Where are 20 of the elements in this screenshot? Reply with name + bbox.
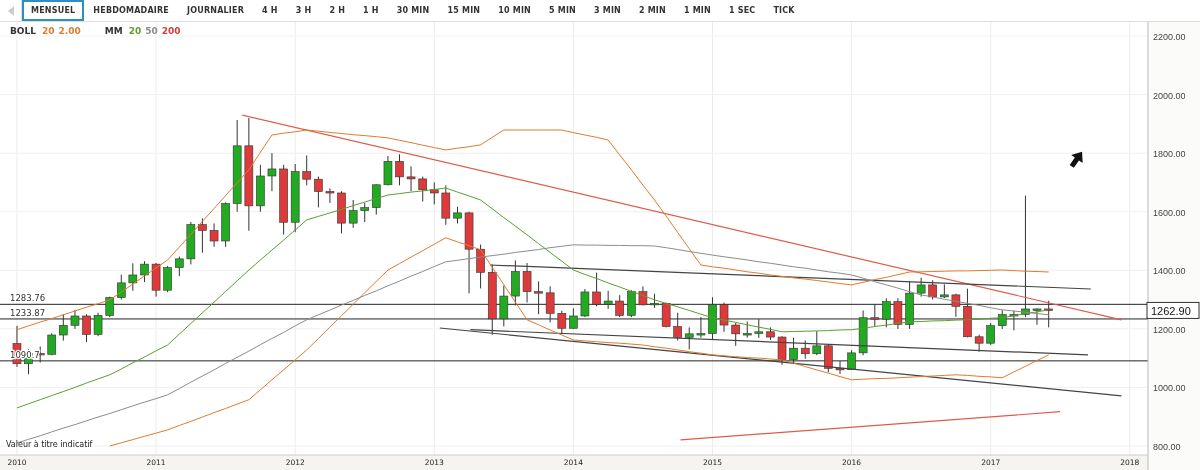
indicator-parameter: 200 <box>161 26 181 36</box>
indicator-parameter: 50 <box>145 26 158 36</box>
indicator-name: MM <box>104 26 123 36</box>
indicator-name: BOLL <box>10 26 36 36</box>
y-axis-label: 1400.00 <box>1153 266 1186 277</box>
indicator-parameter: 2.00 <box>58 26 81 36</box>
level-label: 1233.87 <box>10 307 46 318</box>
y-axis-label: 1600.00 <box>1153 207 1186 218</box>
indicator-parameter: 20 <box>42 26 55 36</box>
level-label: 1283.76 <box>10 293 46 304</box>
y-axis-label: 1800.00 <box>1153 149 1186 160</box>
y-axis-label: 1000.00 <box>1153 383 1186 394</box>
level-label: 1090.7 <box>10 349 40 360</box>
last-price-tag: 1262.90 <box>1146 301 1200 319</box>
indicator-parameter: 20 <box>128 26 142 36</box>
disclaimer-note: Valeur à titre indicatif <box>6 440 93 449</box>
y-axis-label: 2000.00 <box>1153 90 1186 101</box>
y-axis-label: 2200.00 <box>1153 32 1186 42</box>
y-axis-label: 800.00 <box>1153 442 1181 452</box>
y-axis-label: 1200.00 <box>1153 324 1186 335</box>
